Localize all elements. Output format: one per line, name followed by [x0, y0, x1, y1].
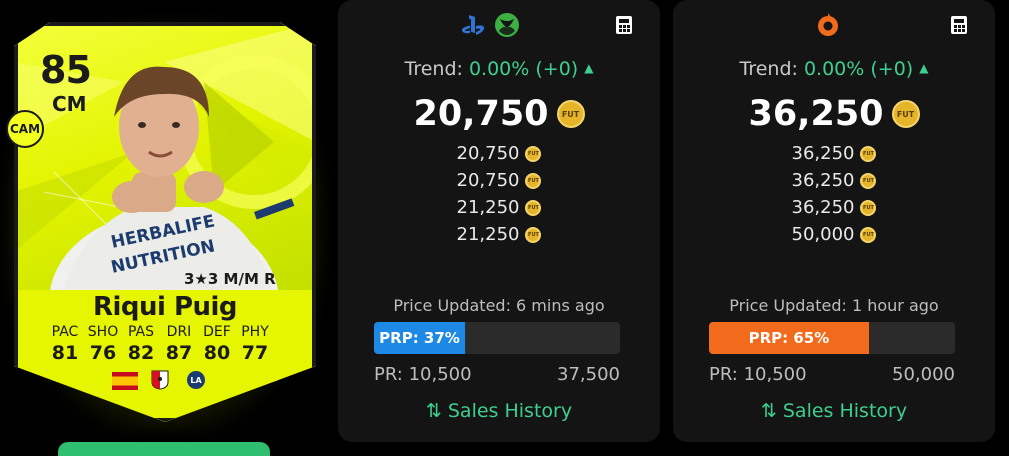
price-range-max: 37,500: [557, 364, 620, 385]
price-value: 20,750: [456, 143, 520, 164]
coin-icon: FUT: [525, 226, 542, 243]
skill-weakfoot-workrate: 3★3 M/M R: [184, 270, 276, 288]
prp-bar: PRP: 65%: [709, 322, 955, 354]
stat-label: PHY: [241, 324, 269, 340]
action-button-partial[interactable]: [58, 442, 270, 456]
coin-icon: FUT: [525, 199, 542, 216]
price-list: 36,250 FUT 36,250 FUT 36,250 FUT 50,000 FUT: [673, 140, 995, 248]
price-range-min: PR: 10,500: [374, 364, 472, 385]
league-badge-icon: [151, 370, 169, 390]
stat-label: PAC: [51, 324, 79, 340]
player-position: CM: [52, 92, 87, 116]
price-value: 21,250: [456, 197, 520, 218]
nation-flag-icon: [112, 372, 138, 390]
trend-line: Trend: 0.00% (+0) ▲: [338, 58, 660, 80]
player-rating: 85: [40, 48, 92, 92]
coin-icon: FUT: [556, 100, 585, 128]
price-row: 21,250 FUT: [338, 221, 660, 248]
price-range: PR: 10,500 37,500: [374, 364, 620, 385]
sort-arrows-icon: ⇅: [760, 400, 777, 422]
stat-label: DRI: [166, 324, 192, 340]
stat-label: SHO: [87, 324, 119, 340]
platform-icons: [338, 12, 660, 40]
price-value: 21,250: [456, 224, 520, 245]
stat-label: PAS: [127, 324, 154, 340]
price-value: 20,750: [456, 170, 520, 191]
price-row: 36,250 FUT: [673, 167, 995, 194]
xbox-icon: [495, 13, 519, 37]
playstation-icon: [461, 15, 485, 35]
stat-phy: PHY 77: [236, 324, 274, 364]
coin-icon: FUT: [525, 145, 542, 162]
player-card-area: HERBALIFE NUTRITION 85 CM CAM 3★3 M/M R …: [0, 0, 330, 456]
stat-sho: SHO 76: [84, 324, 122, 364]
sales-history-link[interactable]: ⇅ Sales History: [673, 400, 995, 422]
lowest-price-value: 20,750: [413, 94, 549, 134]
sales-history-label: Sales History: [447, 400, 573, 422]
lowest-price: 20,750 FUT: [338, 94, 660, 134]
price-value: 36,250: [791, 197, 855, 218]
sort-arrows-icon: ⇅: [425, 400, 442, 422]
price-row: 20,750 FUT: [338, 167, 660, 194]
price-value: 36,250: [791, 143, 855, 164]
price-list: 20,750 FUT 20,750 FUT 21,250 FUT 21,250 FUT: [338, 140, 660, 248]
price-value: 36,250: [791, 170, 855, 191]
stat-pac: PAC 81: [46, 324, 84, 364]
trend-line: Trend: 0.00% (+0) ▲: [673, 58, 995, 80]
stat-label: DEF: [203, 324, 231, 340]
trend-label: Trend:: [404, 58, 463, 80]
prp-bar-fill: PRP: 37%: [374, 322, 466, 354]
console-price-panel: Trend: 0.00% (+0) ▲ 20,750 FUT 20,750 FUT…: [338, 0, 660, 442]
alt-position-badge: CAM: [6, 110, 44, 148]
sales-history-label: Sales History: [782, 400, 908, 422]
stat-dri: DRI 87: [160, 324, 198, 364]
coin-icon: FUT: [891, 100, 920, 128]
lowest-price: 36,250 FUT: [673, 94, 995, 134]
price-value: 50,000: [791, 224, 855, 245]
sales-history-link[interactable]: ⇅ Sales History: [338, 400, 660, 422]
club-badge-icon: LA: [187, 371, 205, 389]
coin-icon: FUT: [860, 145, 877, 162]
coin-icon: FUT: [860, 199, 877, 216]
price-range-max: 50,000: [892, 364, 955, 385]
svg-text:LA: LA: [190, 376, 202, 385]
trend-up-icon: ▲: [584, 61, 594, 75]
coin-icon: FUT: [525, 172, 542, 189]
coin-icon: FUT: [860, 226, 877, 243]
price-updated-text: Price Updated: 1 hour ago: [729, 296, 939, 315]
price-row: 36,250 FUT: [673, 140, 995, 167]
coin-icon: FUT: [860, 172, 877, 189]
price-row: 50,000 FUT: [673, 221, 995, 248]
stat-value: 77: [241, 342, 269, 364]
prp-bar: PRP: 37%: [374, 322, 620, 354]
calculator-icon[interactable]: [616, 16, 632, 34]
prp-label: PRP: 65%: [748, 329, 830, 347]
trend-label: Trend:: [739, 58, 798, 80]
stat-pas: PAS 82: [122, 324, 160, 364]
stat-def: DEF 80: [198, 324, 236, 364]
price-updated-text: Price Updated: 6 mins ago: [393, 296, 605, 315]
origin-icon: [818, 13, 838, 36]
trend-value: 0.00% (+0): [468, 58, 579, 80]
stat-value: 82: [127, 342, 155, 364]
price-range: PR: 10,500 50,000: [709, 364, 955, 385]
trend-value: 0.00% (+0): [803, 58, 914, 80]
pc-price-panel: Trend: 0.00% (+0) ▲ 36,250 FUT 36,250 FUT…: [673, 0, 995, 442]
prp-label: PRP: 37%: [379, 329, 460, 347]
trend-up-icon: ▲: [919, 61, 929, 75]
stat-value: 80: [203, 342, 231, 364]
stat-value: 81: [51, 342, 79, 364]
stat-value: 76: [89, 342, 117, 364]
price-row: 21,250 FUT: [338, 194, 660, 221]
player-stats: PAC 81 SHO 76 PAS 82 DRI 87 DEF 80 PHY 7…: [46, 324, 274, 364]
platform-icons: [673, 12, 995, 40]
calculator-icon[interactable]: [951, 16, 967, 34]
lowest-price-value: 36,250: [748, 94, 884, 134]
price-row: 36,250 FUT: [673, 194, 995, 221]
price-row: 20,750 FUT: [338, 140, 660, 167]
price-range-min: PR: 10,500: [709, 364, 807, 385]
stat-value: 87: [165, 342, 193, 364]
prp-bar-fill: PRP: 65%: [709, 322, 869, 354]
player-name: Riqui Puig: [92, 292, 238, 322]
